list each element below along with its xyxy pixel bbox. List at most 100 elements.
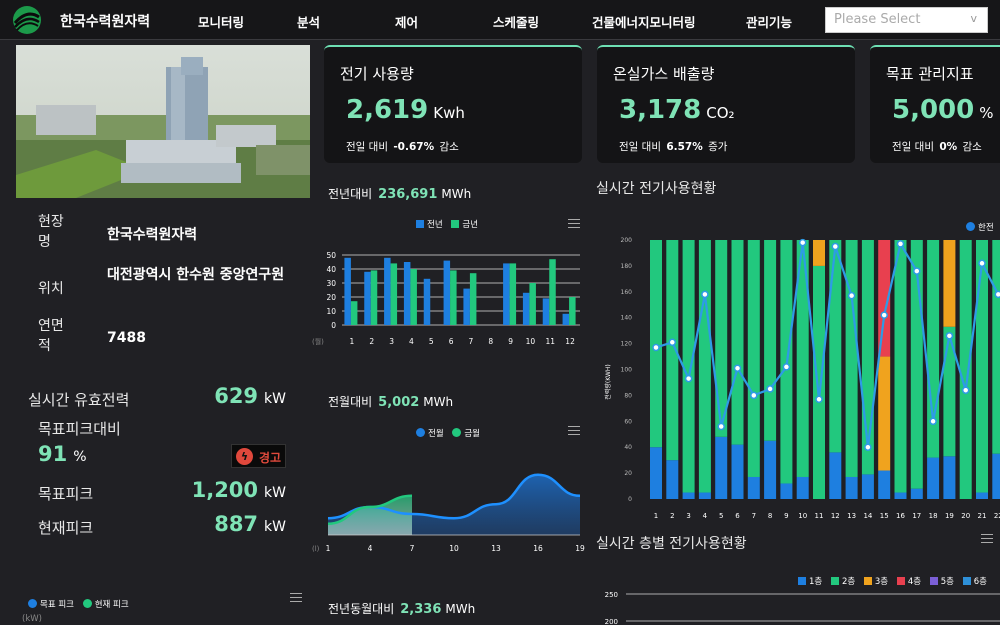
line-point [978, 259, 986, 268]
stacked-bar [894, 492, 907, 499]
x-tick-label: 8 [488, 337, 493, 346]
line-point [847, 291, 856, 300]
x-tick-label: 10 [449, 544, 459, 553]
stacked-bar [861, 474, 874, 499]
site-name-label: 현장명 [38, 214, 64, 250]
card-target: 목표 관리지표 5,000% 전일 대비 0% 감소 [870, 45, 1000, 163]
line-point [684, 374, 693, 383]
x-tick-label: 3 [686, 512, 690, 520]
stacked-bar [845, 240, 858, 477]
x-tick-label: 13 [491, 544, 501, 553]
card-title: 목표 관리지표 [886, 65, 974, 83]
y-tick-label: 100 [621, 367, 633, 374]
stacked-bar [959, 240, 972, 499]
warning-text: 경고 [259, 451, 282, 465]
stacked-bar [731, 444, 744, 499]
line-point [766, 385, 774, 393]
peak-chart-legend: 목표 피크 현재 피크 [24, 598, 129, 610]
menu-monitoring[interactable]: 모니터링 [198, 12, 244, 31]
current-peak-value: 887 kW [214, 512, 286, 536]
card-sub: 전일 대비 -0.67% 감소 [346, 141, 459, 153]
mom-header: 전월대비 5,002 MWh [328, 395, 454, 410]
menu-icon[interactable] [568, 426, 580, 435]
bar [509, 263, 517, 325]
menu-analysis[interactable]: 분석 [297, 12, 320, 31]
x-tick-label: 4 [703, 512, 708, 520]
bar [443, 260, 451, 325]
line-point [750, 391, 758, 400]
mom-legend: 전월 금월 [410, 427, 480, 439]
realtime-power-value: 629 kW [214, 384, 286, 408]
lightning-icon: ϟ [236, 448, 253, 465]
x-tick-label: 6 [735, 512, 740, 520]
x-tick-label: 16 [896, 512, 905, 520]
bar [503, 263, 510, 325]
x-tick-label: 6 [449, 337, 454, 346]
site-select[interactable]: Please Select v [825, 7, 988, 33]
bar [522, 292, 530, 325]
y-tick-label: 0 [628, 496, 632, 503]
bar [549, 259, 556, 325]
target-ratio-label: 목표피크대비 [38, 420, 121, 438]
x-tick-label: 16 [533, 544, 543, 553]
x-tick-label: 11 [545, 337, 555, 346]
line-point [701, 290, 709, 299]
stacked-bar [910, 488, 923, 499]
card-sub: 전일 대비 6.57% 증가 [619, 141, 728, 153]
y-tick-label: 160 [621, 289, 633, 296]
y-tick-label: 40 [624, 444, 632, 451]
x-tick-label: 3 [389, 337, 394, 346]
menu-building-energy[interactable]: 건물에너지모니터링 [592, 12, 696, 31]
x-tick-label: 12 [565, 337, 575, 346]
line-point [668, 338, 677, 347]
menu-admin[interactable]: 관리기능 [746, 12, 792, 31]
bar [410, 269, 417, 325]
x-tick-label: 9 [784, 512, 788, 520]
line-point [896, 240, 905, 248]
card-title: 전기 사용량 [340, 65, 414, 83]
peak-chart-axis-unit: (kW) [22, 614, 42, 624]
menu-control[interactable]: 제어 [395, 12, 418, 31]
area-label: 연면적 [38, 318, 64, 354]
stacked-bar [813, 265, 825, 499]
warning-badge: ϟ 경고 [231, 444, 286, 468]
stacked-bar [845, 476, 858, 499]
brand-name[interactable]: 한국수력원자력 [60, 11, 150, 31]
bar [469, 273, 477, 325]
menu-scheduling[interactable]: 스케줄링 [493, 12, 539, 31]
current-peak-label: 현재피크 [38, 519, 94, 537]
y-tick-label: 200 [621, 237, 633, 244]
y-tick-label: 10 [326, 307, 336, 316]
target-ratio-value: 91% [38, 442, 87, 466]
bar [390, 263, 398, 325]
stacked-bar [878, 470, 891, 499]
stacked-bar [927, 457, 940, 499]
y-tick-label: 250 [605, 591, 618, 599]
line-point [864, 443, 872, 451]
axis-label: 전력량(KWH) [604, 364, 612, 399]
x-tick-label: 2 [670, 512, 674, 520]
x-tick-label: 17 [912, 512, 921, 520]
axis-label: (월) [312, 337, 324, 346]
stacked-bar [764, 440, 777, 499]
menu-icon[interactable] [290, 593, 302, 602]
top-navigation: 한국수력원자력 모니터링 분석 제어 스케줄링 건물에너지모니터링 관리기능 P… [0, 0, 1000, 40]
x-tick-label: 21 [978, 512, 987, 520]
line-point [831, 242, 840, 251]
bar [569, 297, 576, 325]
axis-label: (l) [312, 545, 320, 553]
y-tick-label: 60 [624, 418, 632, 425]
line-point [913, 267, 921, 275]
x-tick-label: 9 [508, 337, 513, 346]
card-ghg: 온실가스 배출량 3,178 CO₂ 전일 대비 6.57% 증가 [597, 45, 855, 163]
menu-icon[interactable] [981, 534, 993, 543]
card-value: 5,000% [892, 95, 994, 125]
stacked-bar [698, 492, 711, 499]
stacked-bar [992, 453, 1000, 499]
y-tick-label: 140 [621, 315, 633, 322]
chevron-down-icon: v [970, 12, 977, 25]
y-tick-label: 200 [605, 618, 618, 625]
x-tick-label: 20 [961, 512, 970, 520]
y-tick-label: 30 [326, 279, 336, 288]
menu-icon[interactable] [568, 219, 580, 228]
